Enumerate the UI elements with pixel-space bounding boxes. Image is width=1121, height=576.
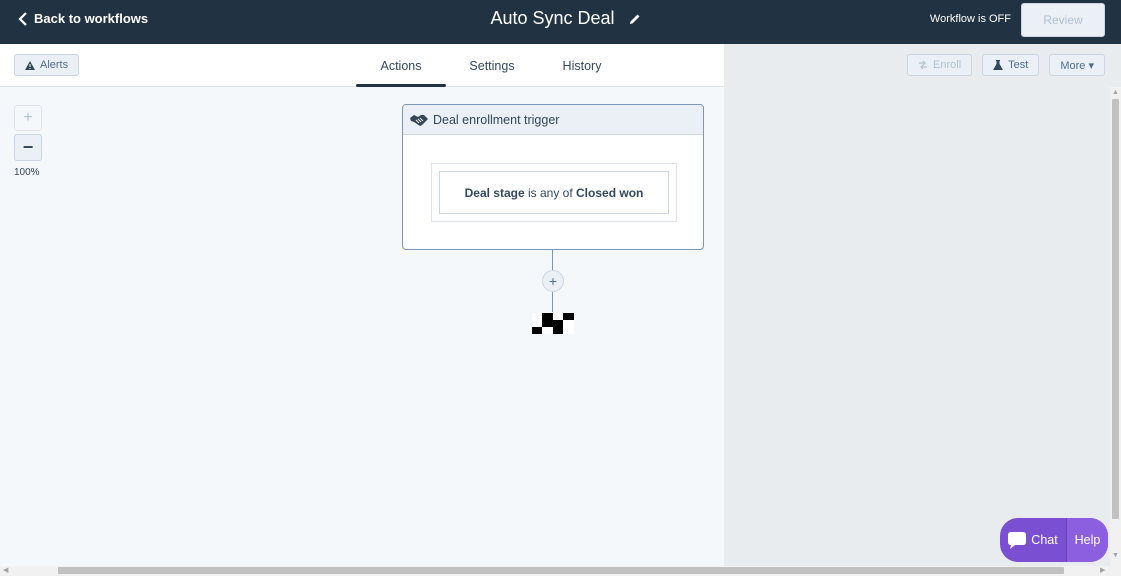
alerts-label: Alerts [40,59,69,71]
trigger-condition[interactable]: Deal stage is any of Closed won [439,171,669,214]
tab-bar: Actions Settings History [356,44,626,87]
back-to-workflows-link[interactable]: Back to workflows [18,11,148,26]
warning-icon [25,60,35,70]
condition-group: Deal stage is any of Closed won [431,163,677,222]
chat-bubble-icon [1008,531,1027,549]
enrollment-trigger-card[interactable]: Deal enrollment trigger Deal stage is an… [402,104,704,250]
scroll-left-icon[interactable]: ◀ [3,566,8,574]
more-button[interactable]: More ▾ [1049,54,1105,76]
toolbar-buttons: Enroll Test More ▾ [907,54,1105,76]
chat-label: Chat [1031,533,1058,547]
zoom-level: 100% [14,167,40,178]
scroll-right-icon[interactable]: ▶ [1100,566,1105,574]
add-action-button[interactable]: + [542,270,564,292]
back-label: Back to workflows [34,11,149,26]
zoom-out-button[interactable]: − [14,134,42,161]
sub-toolbar-right: Enroll Test More ▾ [724,44,1121,87]
enroll-label: Enroll [933,59,962,71]
chat-help-widget: Chat Help [1000,518,1108,562]
workflow-status: Workflow is OFF [929,13,1011,25]
vertical-scroll-thumb[interactable] [1112,99,1119,519]
tab-settings[interactable]: Settings [446,44,538,87]
horizontal-scrollbar[interactable]: ◀ ▶ [0,566,1121,576]
connector-line [552,292,553,312]
chat-button[interactable]: Chat [1000,518,1066,562]
condition-value: Closed won [576,185,644,200]
test-button[interactable]: Test [982,54,1040,76]
chevron-left-icon [18,11,27,26]
scroll-up-icon[interactable]: ▲ [1112,89,1119,96]
connector-line [552,250,553,270]
side-panel [724,87,1110,566]
test-label: Test [1008,59,1029,71]
vertical-scrollbar[interactable]: ▲ ▼ [1110,87,1121,566]
workflow-title[interactable]: Auto Sync Deal [490,8,614,29]
review-button[interactable]: Review [1021,3,1105,37]
trigger-header: Deal enrollment trigger [403,105,703,135]
pencil-icon[interactable] [629,13,641,25]
handshake-icon [410,114,428,126]
tab-actions[interactable]: Actions [356,44,446,87]
flask-icon [993,60,1004,70]
enroll-icon [919,60,928,70]
condition-operator: is any of [524,185,577,200]
zoom-in-button[interactable]: + [14,105,42,131]
horizontal-scroll-thumb[interactable] [58,567,1064,574]
trigger-title: Deal enrollment trigger [433,112,560,127]
scroll-down-icon[interactable]: ▼ [1112,552,1119,559]
sub-toolbar: Alerts Actions Settings History [0,44,724,87]
checkered-flag-icon [532,313,574,334]
tab-history[interactable]: History [538,44,626,87]
help-button[interactable]: Help [1066,518,1108,562]
alerts-button[interactable]: Alerts [14,54,80,76]
top-bar: Back to workflows Auto Sync Deal Workflo… [0,0,1121,44]
enroll-button[interactable]: Enroll [907,54,973,76]
condition-property: Deal stage [464,185,525,200]
